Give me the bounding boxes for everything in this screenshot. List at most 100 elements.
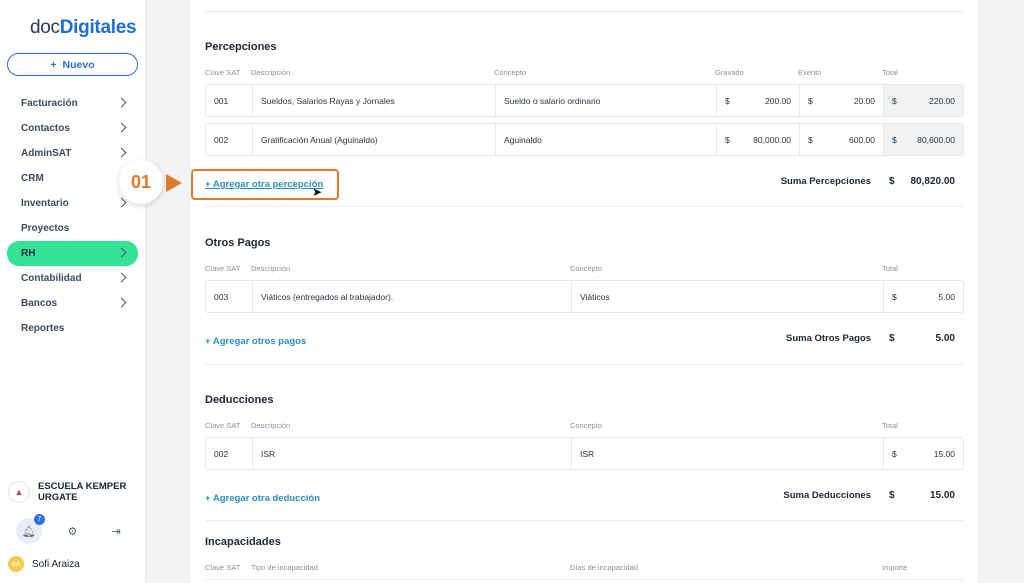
new-button[interactable]: + Nuevo [7, 53, 138, 76]
table-row[interactable]: 001 Sueldos, Salarios Rayas y Jornales S… [205, 84, 964, 117]
cell-gravado[interactable]: $80,000.00 [716, 124, 799, 155]
col-header-concepto: Concepto [494, 68, 527, 77]
total-value: 220.00 [929, 95, 955, 106]
table-row[interactable]: 002 Gratificación Anual (Aguinaldo) Agui… [205, 123, 964, 156]
cell-total[interactable]: $15.00 [883, 438, 963, 469]
exento-value: 600.00 [849, 134, 875, 145]
sum-deducciones-label: Suma Deducciones [783, 490, 871, 501]
payroll-detail-card: Percepciones Clave SAT Descripción Conce… [190, 0, 978, 583]
sidebar-item-reportes[interactable]: Reportes [7, 316, 138, 341]
sum-deducciones-value: 15.00 [929, 490, 955, 501]
user-profile[interactable]: SA Sofi Araiza [8, 556, 80, 572]
section-title-incapacidades: Incapacidades [205, 536, 281, 548]
col-header-descripcion: Descripción [251, 421, 291, 430]
col-header-tipo: Tipo de incapacidad [251, 563, 318, 572]
sidebar-item-label: Facturación [21, 98, 78, 109]
bell-icon: 🔔︎ [21, 525, 36, 538]
currency-symbol: $ [892, 134, 897, 145]
table-row[interactable]: 002 ISR ISR $15.00 [205, 437, 964, 470]
sidebar-item-facturacion[interactable]: Facturación [7, 91, 138, 116]
currency-symbol: $ [892, 448, 897, 459]
sidebar-item-inventario[interactable]: Inventario [7, 191, 138, 216]
col-header-clave: Clave SAT [205, 68, 241, 77]
sidebar-item-contabilidad[interactable]: Contabilidad [7, 266, 138, 291]
sidebar-item-label: Contactos [21, 123, 70, 134]
cell-total[interactable]: $5.00 [883, 281, 963, 312]
currency-symbol: $ [889, 490, 895, 501]
divider [205, 11, 963, 12]
cell-concepto: Sueldo o salario ordinario [495, 85, 716, 116]
add-deduccion-link[interactable]: + Agregar otra deducción [205, 493, 320, 504]
cell-clave: 002 [214, 448, 229, 459]
company-name: ESCUELA KEMPER URGATE [38, 481, 127, 503]
currency-symbol: $ [725, 134, 730, 145]
cell-exento[interactable]: $20.00 [799, 85, 883, 116]
sum-otros-pagos-label: Suma Otros Pagos [786, 333, 871, 344]
logout-icon: ⇥ [111, 525, 121, 538]
cell-concepto: Viáticos [571, 281, 883, 312]
col-header-clave: Clave SAT [205, 421, 241, 430]
chevron-right-icon [116, 297, 127, 308]
currency-symbol: $ [892, 291, 897, 302]
scrollbar[interactable] [1012, 0, 1024, 583]
logout-button[interactable]: ⇥ [103, 518, 129, 544]
chevron-right-icon [116, 97, 127, 108]
sidebar-item-label: Contabilidad [21, 273, 82, 284]
sum-percepciones-value: 80,820.00 [910, 176, 956, 187]
add-otros-pagos-link[interactable]: + Agregar otros pagos [205, 336, 306, 347]
settings-button[interactable]: ⚙ [59, 518, 85, 544]
table-row[interactable]: 003 Viáticos (entregados al trabajador).… [205, 280, 964, 313]
gravado-value: 200.00 [765, 95, 791, 106]
chevron-right-icon [116, 147, 127, 158]
section-title-otros-pagos: Otros Pagos [205, 237, 271, 249]
cell-descripcion: Gratificación Anual (Aguinaldo) [252, 124, 495, 155]
exento-value: 20.00 [853, 95, 875, 106]
chevron-right-icon [116, 197, 127, 208]
total-value: 80,600.00 [917, 134, 955, 145]
tutorial-step-badge: 01 [119, 160, 163, 204]
gravado-value: 80,000.00 [753, 134, 791, 145]
cursor-icon: ➤ [312, 185, 323, 199]
total-value: 15.00 [933, 448, 955, 459]
cell-concepto: ISR [571, 438, 883, 469]
col-header-concepto: Concepto [570, 421, 603, 430]
section-title-percepciones: Percepciones [205, 41, 277, 53]
sidebar-item-label: Bancos [21, 298, 58, 309]
sidebar-item-bancos[interactable]: Bancos [7, 291, 138, 316]
col-header-total: Total [882, 421, 898, 430]
arrow-right-icon [166, 174, 182, 192]
user-name: Sofi Araiza [32, 558, 80, 570]
currency-symbol: $ [808, 95, 813, 106]
avatar: SA [8, 556, 24, 572]
cell-exento[interactable]: $600.00 [799, 124, 883, 155]
sidebar-item-proyectos[interactable]: Proyectos [7, 216, 138, 241]
currency-symbol: $ [889, 333, 895, 344]
sidebar-nav: Facturación Contactos AdminSAT CRM Inven… [7, 91, 138, 341]
divider [205, 579, 964, 580]
divider [205, 206, 964, 207]
new-button-label: Nuevo [62, 58, 95, 71]
divider [205, 364, 964, 365]
currency-symbol: $ [889, 176, 895, 187]
company-selector[interactable]: ▲ ESCUELA KEMPER URGATE [8, 481, 138, 503]
sidebar-item-label: RH [21, 248, 36, 259]
col-header-total: Total [882, 68, 898, 77]
col-header-total: Total [882, 264, 898, 273]
sidebar-item-adminsat[interactable]: AdminSAT [7, 141, 138, 166]
col-header-clave: Clave SAT [205, 264, 241, 273]
sidebar-item-rh[interactable]: RH [7, 241, 138, 266]
cell-descripcion: Sueldos, Salarios Rayas y Jornales [252, 85, 495, 116]
cell-gravado[interactable]: $200.00 [716, 85, 799, 116]
sidebar-item-contactos[interactable]: Contactos [7, 116, 138, 141]
notifications-button[interactable]: 🔔︎ 7 [15, 514, 45, 544]
chevron-right-icon [116, 272, 127, 283]
chevron-right-icon [116, 247, 127, 258]
cell-total: $220.00 [883, 85, 963, 116]
col-header-importe: Importe [882, 563, 908, 572]
plus-icon: + [50, 58, 57, 71]
sidebar-item-label: CRM [21, 173, 44, 184]
sidebar-item-label: Proyectos [21, 223, 70, 234]
app-logo[interactable]: docDigitales [30, 17, 137, 39]
cell-clave: 001 [214, 95, 229, 106]
chevron-right-icon [116, 122, 127, 133]
